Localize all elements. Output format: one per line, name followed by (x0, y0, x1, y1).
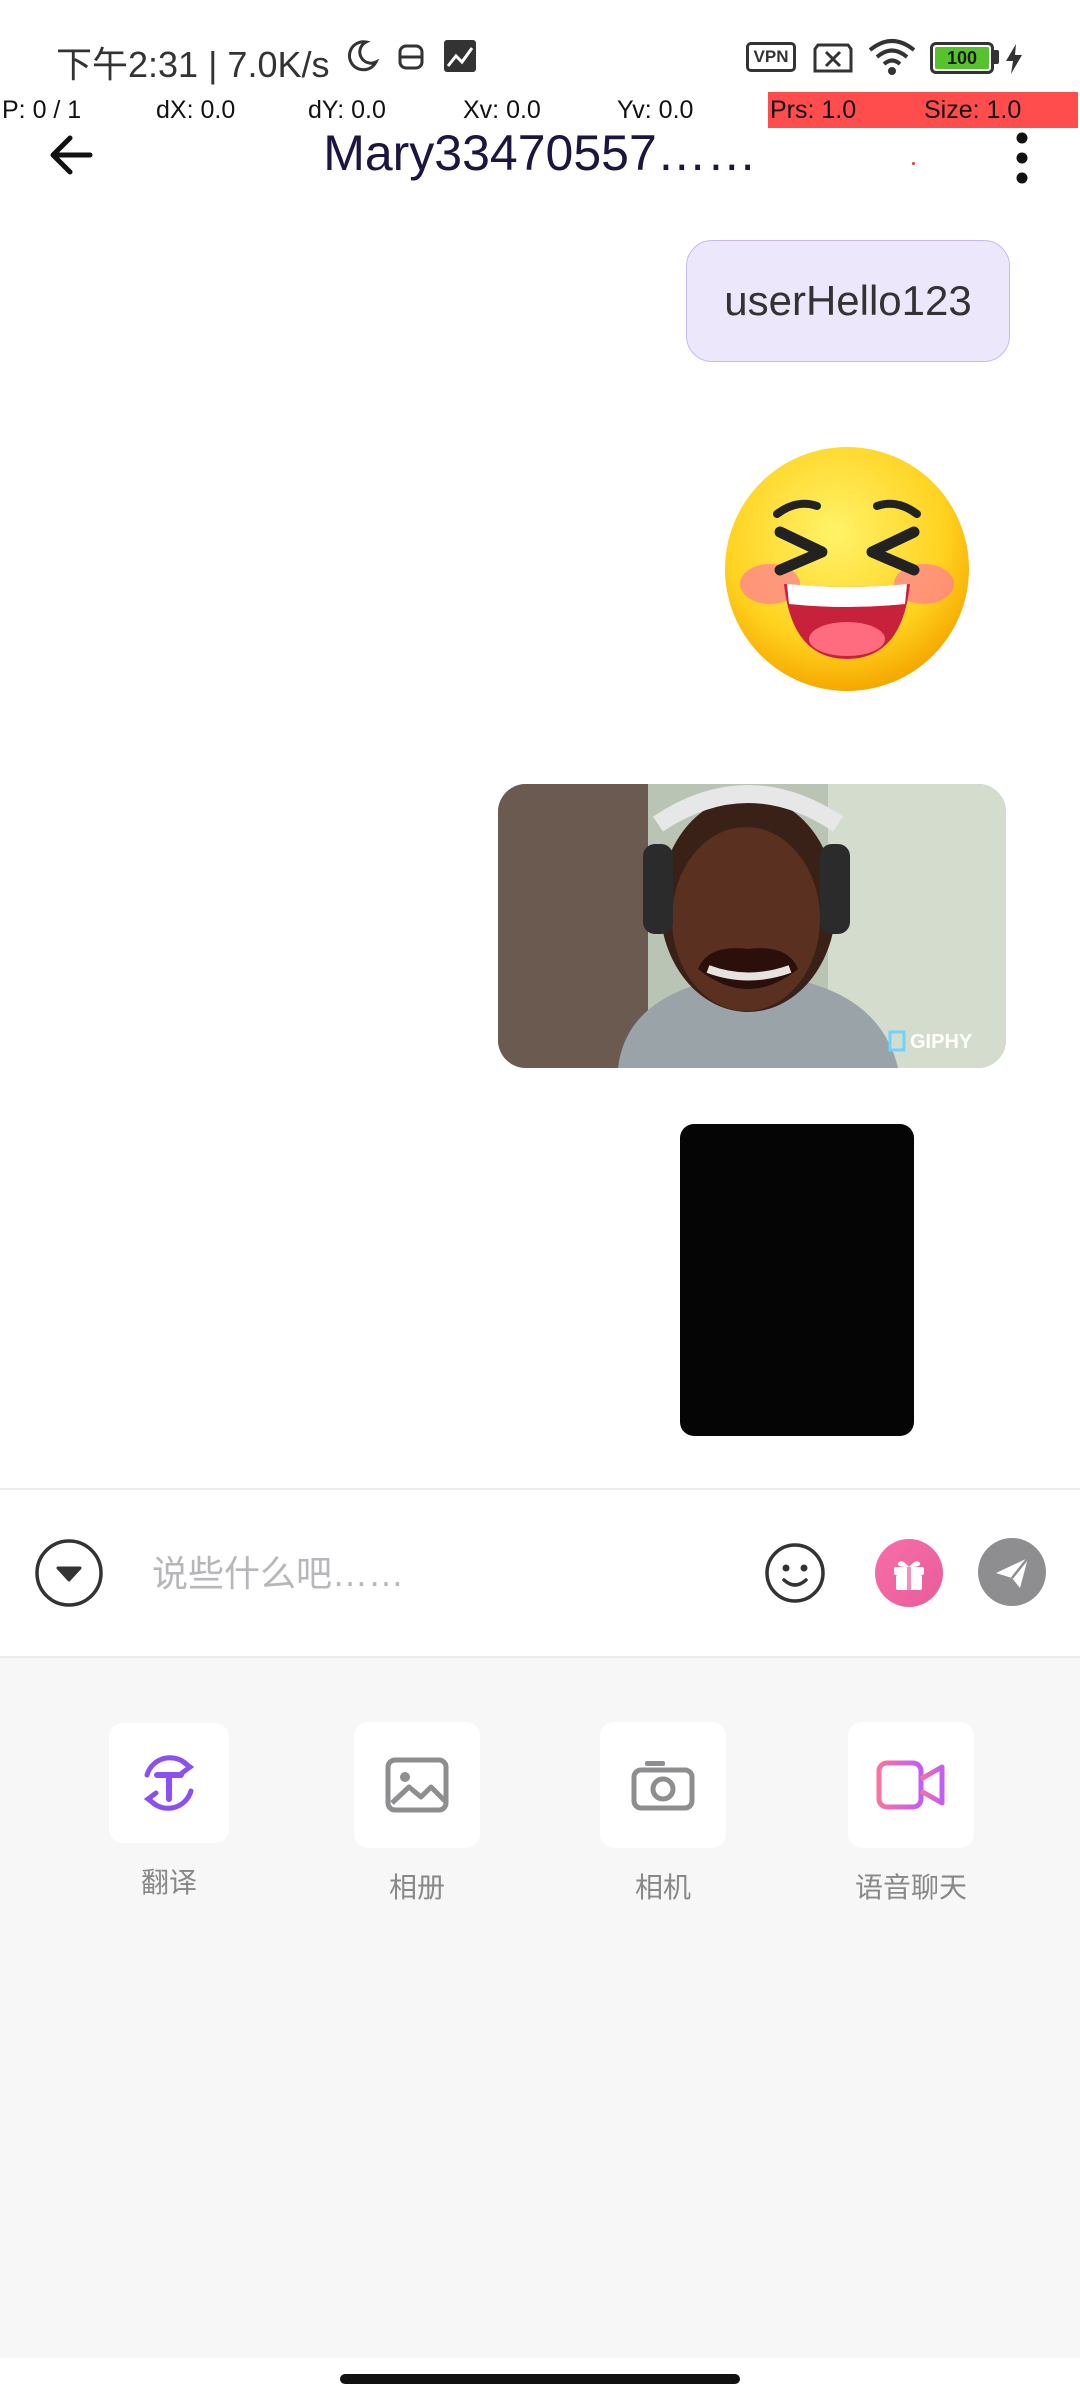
album-label: 相册 (388, 1872, 445, 1903)
debug-dx: dX: 0.0 (156, 96, 236, 124)
debug-dy: dY: 0.0 (308, 96, 386, 124)
album-tool[interactable]: 相册 (332, 1722, 502, 1906)
debug-pointer: P: 0 / 1 (2, 96, 82, 124)
giphy-watermark: GIPHY (910, 1031, 973, 1053)
album-icon (385, 1757, 449, 1813)
gallery-notification-icon (444, 40, 476, 72)
send-button[interactable] (978, 1538, 1046, 1606)
text-message-bubble[interactable]: userHello123 (686, 240, 1010, 362)
debug-pressure: Prs: 1.0 (770, 96, 857, 124)
camera-tool[interactable]: 相机 (578, 1722, 748, 1906)
voice-chat-label: 语音聊天 (854, 1872, 967, 1903)
back-button[interactable] (40, 125, 110, 185)
message-input[interactable] (150, 1540, 714, 1608)
emoji-icon[interactable] (764, 1542, 826, 1604)
gif-image: GIPHY (498, 784, 1006, 1068)
status-time-speed: 下午2:31 | 7.0K/s (56, 44, 330, 85)
video-message[interactable] (680, 1124, 914, 1436)
video-call-icon (876, 1760, 945, 1810)
debug-size: Size: 1.0 (924, 96, 1022, 124)
translate-label: 翻译 (140, 1867, 197, 1898)
camera-icon (631, 1761, 695, 1811)
battery-tip (994, 50, 999, 64)
more-options-icon[interactable] (1000, 128, 1044, 188)
no-sim-icon (813, 43, 853, 73)
chat-title: Mary33470557…… (323, 125, 757, 181)
battery-level: 100 (935, 47, 989, 69)
vpn-icon: VPN (746, 42, 796, 72)
tools-panel: 翻译 相册 相机 语音聊天 (0, 1656, 1080, 2358)
gif-message[interactable]: GIPHY (498, 784, 1006, 1068)
translate-icon (143, 1755, 195, 1811)
laughing-emoji-sticker[interactable] (722, 444, 972, 694)
notification-icon (398, 44, 424, 70)
wifi-icon (868, 39, 916, 75)
debug-xv: Xv: 0.0 (463, 96, 541, 124)
online-dot (912, 162, 915, 165)
voice-chat-tool[interactable]: 语音聊天 (826, 1722, 996, 1906)
camera-label: 相机 (634, 1872, 691, 1903)
charging-icon (1006, 44, 1022, 74)
collapse-panel-button[interactable] (34, 1538, 104, 1608)
status-bar: 下午2:31 | 7.0K/s VPN 100 (0, 0, 1080, 92)
moon-icon (347, 40, 380, 72)
battery-icon: 100 (930, 42, 994, 74)
home-indicator[interactable] (340, 2374, 740, 2384)
debug-yv: Yv: 0.0 (617, 96, 694, 124)
gift-icon[interactable] (874, 1538, 944, 1608)
translate-tool[interactable]: 翻译 (84, 1723, 254, 1901)
